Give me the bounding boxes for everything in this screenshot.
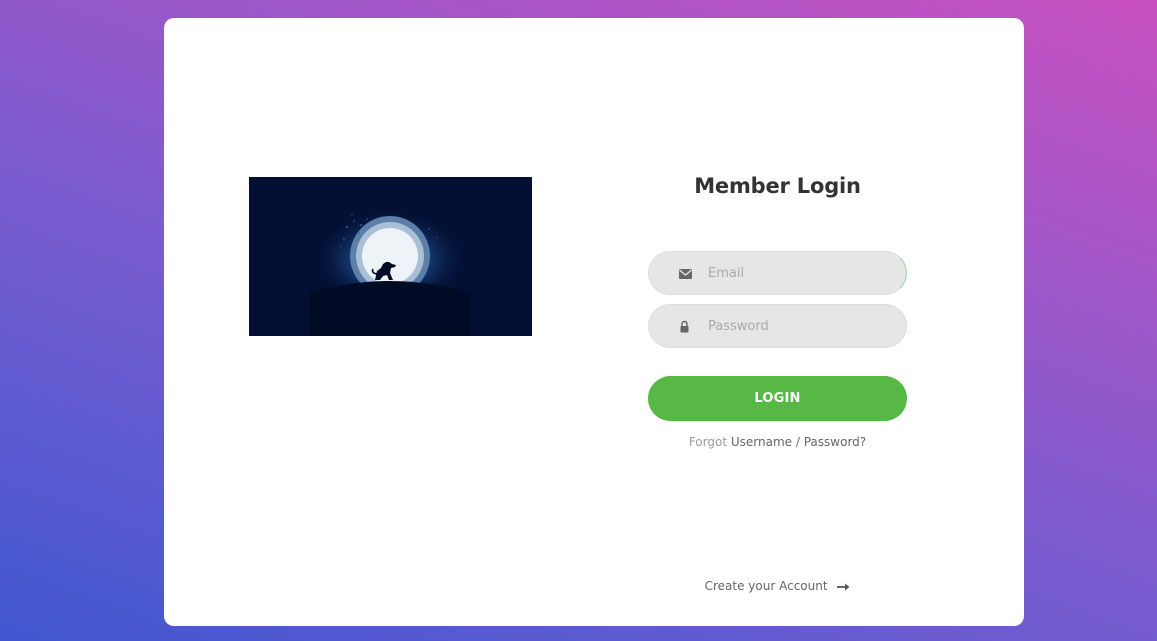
forgot-password-link[interactable]: Password?	[804, 435, 866, 449]
email-input[interactable]	[708, 252, 888, 294]
forgot-username-link[interactable]: Username	[731, 435, 792, 449]
arrow-right-icon	[837, 580, 850, 594]
forgot-prefix: Forgot	[688, 435, 728, 449]
email-field[interactable]	[648, 251, 907, 295]
moon-dog-illustration	[249, 177, 532, 336]
login-button[interactable]: LOGIN	[648, 376, 907, 421]
lock-icon	[678, 319, 694, 333]
password-input[interactable]	[708, 305, 888, 347]
create-account-label: Create your Account	[704, 579, 828, 593]
password-field[interactable]	[648, 304, 907, 348]
forgot-separator: /	[795, 435, 800, 449]
envelope-icon	[678, 266, 694, 280]
hero-image	[249, 177, 532, 336]
create-account-link[interactable]: Create your Account	[648, 579, 907, 594]
forgot-credentials: Forgot Username / Password?	[648, 435, 907, 449]
page-title: Member Login	[694, 174, 861, 198]
login-card: Member Login LOGIN Forgot Username / Pas…	[164, 18, 1024, 626]
